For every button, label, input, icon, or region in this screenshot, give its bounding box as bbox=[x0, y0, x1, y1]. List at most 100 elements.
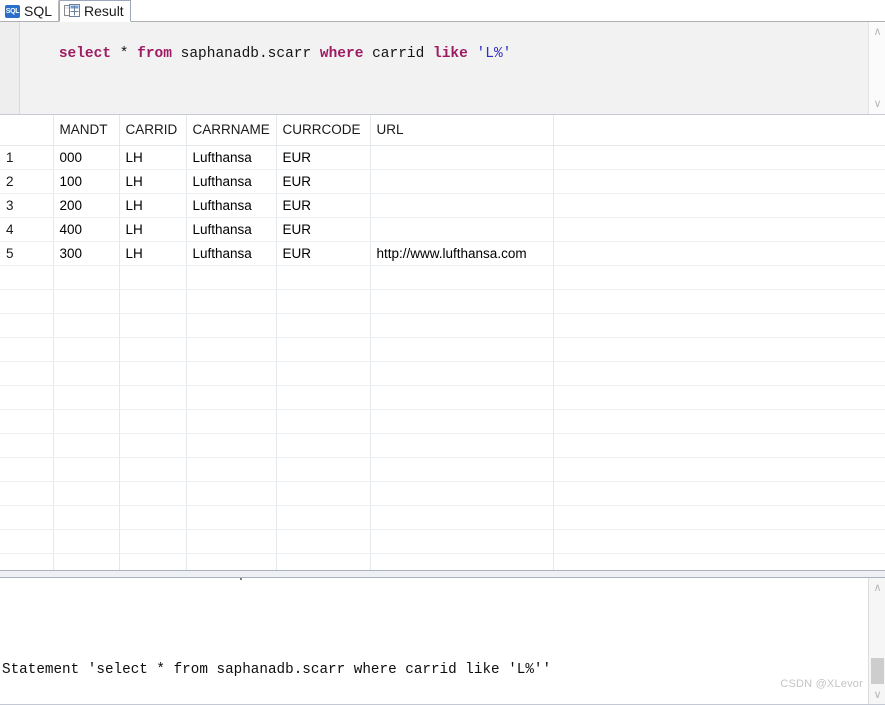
message-panel[interactable]: Statement 'select * from saphanadb.scarr… bbox=[0, 578, 885, 705]
column-header-url[interactable]: URL bbox=[370, 115, 554, 146]
cell-empty[interactable] bbox=[53, 409, 120, 434]
cell-url[interactable] bbox=[370, 217, 554, 242]
cell-mandt[interactable]: 100 bbox=[53, 169, 120, 194]
cell-empty[interactable] bbox=[276, 313, 371, 338]
cell-empty[interactable] bbox=[119, 361, 187, 386]
cell-empty[interactable] bbox=[370, 529, 554, 554]
cell-empty[interactable] bbox=[0, 409, 54, 434]
cell-carrid[interactable]: LH bbox=[119, 241, 187, 266]
table-row-empty[interactable] bbox=[0, 265, 885, 290]
table-row-empty[interactable] bbox=[0, 457, 885, 482]
cell-empty[interactable] bbox=[276, 505, 371, 530]
cell-empty[interactable] bbox=[276, 361, 371, 386]
execution-message[interactable]: Statement 'select * from saphanadb.scarr… bbox=[2, 620, 645, 704]
sql-editor-pane[interactable]: select * from saphanadb.scarr where carr… bbox=[0, 22, 885, 114]
cell-empty[interactable] bbox=[370, 433, 554, 458]
cell-mandt[interactable]: 000 bbox=[53, 145, 120, 170]
cell-empty[interactable] bbox=[53, 433, 120, 458]
sql-statement-text[interactable]: select * from saphanadb.scarr where carr… bbox=[24, 27, 512, 81]
cell-empty[interactable] bbox=[370, 409, 554, 434]
cell-empty[interactable] bbox=[186, 265, 277, 290]
cell-empty[interactable] bbox=[370, 313, 554, 338]
table-row[interactable]: 5 300 LH Lufthansa EUR http://www.lufthansa.c… bbox=[0, 241, 885, 266]
cell-empty[interactable] bbox=[0, 337, 54, 362]
cell-empty[interactable] bbox=[119, 337, 187, 362]
scroll-up-icon[interactable]: ∧ bbox=[869, 24, 885, 40]
tab-sql[interactable]: SQL SQL bbox=[0, 0, 60, 21]
cell-empty[interactable] bbox=[0, 265, 54, 290]
cell-url[interactable] bbox=[370, 169, 554, 194]
cell-empty[interactable] bbox=[53, 385, 120, 410]
cell-empty[interactable] bbox=[370, 481, 554, 506]
cell-mandt[interactable]: 200 bbox=[53, 193, 120, 218]
cell-empty[interactable] bbox=[0, 361, 54, 386]
result-grid[interactable]: MANDT CARRID CARRNAME CURRCODE URL 1 000 L… bbox=[0, 114, 885, 570]
cell-empty[interactable] bbox=[186, 553, 277, 570]
row-number[interactable]: 3 bbox=[0, 193, 54, 218]
cell-carrid[interactable]: LH bbox=[119, 193, 187, 218]
table-row-empty[interactable] bbox=[0, 409, 885, 434]
cell-carrid[interactable]: LH bbox=[119, 217, 187, 242]
cell-empty[interactable] bbox=[53, 337, 120, 362]
cell-empty[interactable] bbox=[53, 457, 120, 482]
cell-empty[interactable] bbox=[119, 265, 187, 290]
cell-url[interactable] bbox=[370, 145, 554, 170]
column-header-currcode[interactable]: CURRCODE bbox=[276, 115, 371, 146]
cell-carrname[interactable]: Lufthansa bbox=[186, 193, 277, 218]
table-row-empty[interactable] bbox=[0, 337, 885, 362]
cell-empty[interactable] bbox=[53, 361, 120, 386]
cell-empty[interactable] bbox=[370, 553, 554, 570]
cell-empty[interactable] bbox=[370, 457, 554, 482]
message-vertical-scrollbar[interactable]: ∧ ∨ bbox=[868, 578, 885, 704]
cell-empty[interactable] bbox=[186, 457, 277, 482]
table-row-empty[interactable] bbox=[0, 313, 885, 338]
cell-empty[interactable] bbox=[53, 529, 120, 554]
cell-empty[interactable] bbox=[119, 313, 187, 338]
cell-url[interactable] bbox=[370, 193, 554, 218]
column-header-carrname[interactable]: CARRNAME bbox=[186, 115, 277, 146]
cell-empty[interactable] bbox=[276, 337, 371, 362]
cell-currcode[interactable]: EUR bbox=[276, 169, 371, 194]
row-number[interactable]: 2 bbox=[0, 169, 54, 194]
cell-carrid[interactable]: LH bbox=[119, 169, 187, 194]
cell-empty[interactable] bbox=[119, 457, 187, 482]
column-header-rownum[interactable] bbox=[0, 115, 54, 146]
column-header-mandt[interactable]: MANDT bbox=[53, 115, 120, 146]
cell-carrid[interactable]: LH bbox=[119, 145, 187, 170]
scroll-up-icon[interactable]: ∧ bbox=[869, 580, 885, 596]
table-row-empty[interactable] bbox=[0, 505, 885, 530]
cell-empty[interactable] bbox=[53, 265, 120, 290]
table-row[interactable]: 4 400 LH Lufthansa EUR bbox=[0, 217, 885, 242]
cell-url[interactable]: http://www.lufthansa.com bbox=[370, 241, 554, 266]
cell-empty[interactable] bbox=[119, 385, 187, 410]
row-number[interactable]: 5 bbox=[0, 241, 54, 266]
cell-empty[interactable] bbox=[186, 337, 277, 362]
cell-empty[interactable] bbox=[119, 409, 187, 434]
cell-empty[interactable] bbox=[186, 313, 277, 338]
cell-empty[interactable] bbox=[0, 553, 54, 570]
table-row[interactable]: 1 000 LH Lufthansa EUR bbox=[0, 145, 885, 170]
tab-result[interactable]: Result bbox=[59, 0, 131, 22]
cell-empty[interactable] bbox=[53, 481, 120, 506]
table-row-empty[interactable] bbox=[0, 481, 885, 506]
scrollbar-thumb[interactable] bbox=[871, 658, 884, 684]
cell-empty[interactable] bbox=[370, 505, 554, 530]
table-row-empty[interactable] bbox=[0, 385, 885, 410]
cell-mandt[interactable]: 400 bbox=[53, 217, 120, 242]
editor-vertical-scrollbar[interactable]: ∧ ∨ bbox=[868, 22, 885, 114]
table-row-empty[interactable] bbox=[0, 553, 885, 570]
cell-empty[interactable] bbox=[186, 361, 277, 386]
cell-empty[interactable] bbox=[186, 529, 277, 554]
cell-empty[interactable] bbox=[119, 529, 187, 554]
cell-empty[interactable] bbox=[0, 433, 54, 458]
cell-carrname[interactable]: Lufthansa bbox=[186, 145, 277, 170]
cell-empty[interactable] bbox=[276, 553, 371, 570]
row-number[interactable]: 4 bbox=[0, 217, 54, 242]
column-header-carrid[interactable]: CARRID bbox=[119, 115, 187, 146]
cell-empty[interactable] bbox=[276, 289, 371, 314]
scroll-down-icon[interactable]: ∨ bbox=[869, 96, 885, 112]
scroll-down-icon[interactable]: ∨ bbox=[869, 687, 885, 703]
cell-empty[interactable] bbox=[276, 385, 371, 410]
cell-empty[interactable] bbox=[53, 289, 120, 314]
table-row[interactable]: 3 200 LH Lufthansa EUR bbox=[0, 193, 885, 218]
